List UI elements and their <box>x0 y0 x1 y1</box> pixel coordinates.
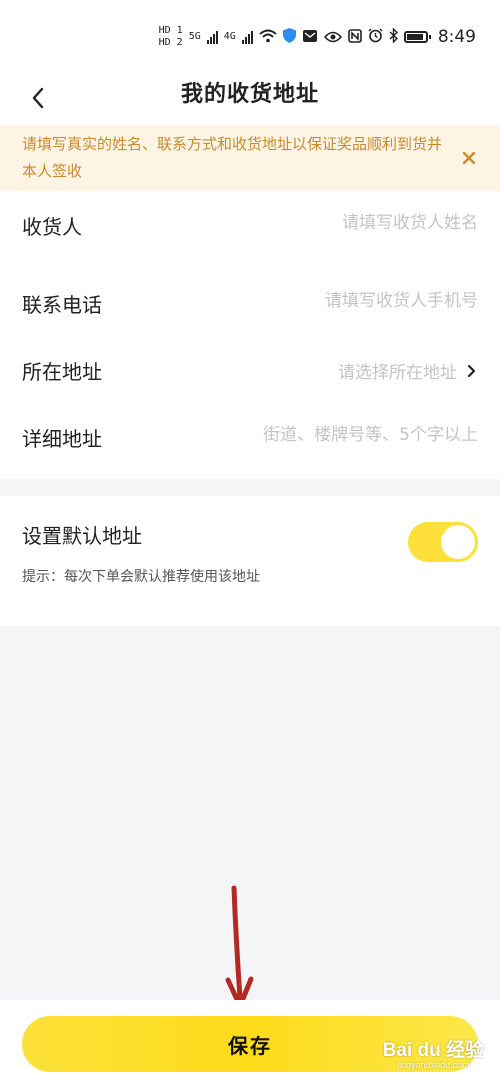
header: 我的收货地址 <box>0 70 500 125</box>
toggle-knob <box>441 525 475 559</box>
wifi-icon <box>259 28 277 47</box>
phone-row: 联系电话 <box>0 273 500 333</box>
notice-text: 请填写真实的姓名、联系方式和收货地址以保证奖品顺利到货并本人签收 <box>22 135 443 180</box>
message-icon <box>302 28 318 47</box>
status-icons: HD 1 HD 2 5G 4G 8:49 <box>159 24 476 50</box>
detail-row: 详细地址 <box>0 407 500 467</box>
notice-banner: 请填写真实的姓名、联系方式和收货地址以保证奖品顺利到货并本人签收 <box>0 125 500 191</box>
notice-close-button[interactable] <box>454 143 484 173</box>
signal1-icon <box>206 30 218 44</box>
baidu-watermark: Bai du 经验 jingyan.baidu.com <box>383 1035 484 1070</box>
recipient-row: 收货人 <box>0 195 500 255</box>
sim1-label: HD 1 <box>158 25 183 36</box>
region-placeholder: 请选择所在地址 <box>338 363 457 383</box>
network1-label: 5G <box>188 31 201 42</box>
status-bar: HD 1 HD 2 5G 4G 8:49 <box>0 0 500 70</box>
default-address-label: 设置默认地址 <box>22 524 142 548</box>
page-title: 我的收货地址 <box>180 82 319 107</box>
default-address-hint: 提示：每次下单会默认推荐使用该地址 <box>22 569 260 585</box>
phone-input[interactable] <box>218 291 478 311</box>
nfc-icon <box>348 28 362 47</box>
watermark-main: Bai du 经验 <box>382 1040 484 1061</box>
address-form: 收货人 联系电话 所在地址 请选择所在地址 详细地址 <box>0 191 500 479</box>
detail-input[interactable] <box>178 425 478 445</box>
recipient-label: 收货人 <box>22 215 82 239</box>
battery-icon <box>403 31 431 43</box>
bluetooth-icon <box>389 26 398 47</box>
region-label: 所在地址 <box>22 360 102 384</box>
close-icon <box>462 151 476 165</box>
clock: 8:49 <box>437 27 476 47</box>
region-row[interactable]: 所在地址 请选择所在地址 <box>0 340 500 400</box>
detail-label: 详细地址 <box>22 427 102 451</box>
shield-icon <box>282 27 296 47</box>
alarm-icon <box>368 28 383 47</box>
default-address-section: 设置默认地址 提示：每次下单会默认推荐使用该地址 <box>0 496 500 626</box>
phone-label: 联系电话 <box>22 293 102 317</box>
sim-indicators: HD 1 HD 2 <box>159 26 183 48</box>
network2-label: 4G <box>223 31 236 42</box>
default-address-toggle[interactable] <box>408 522 478 562</box>
signal2-icon <box>241 30 253 44</box>
eye-icon <box>323 28 342 47</box>
chevron-right-icon <box>467 364 476 377</box>
annotation-arrow-icon <box>225 885 254 1009</box>
sim2-label: HD 2 <box>158 37 183 48</box>
region-select[interactable]: 请选择所在地址 <box>338 358 476 383</box>
watermark-sub: jingyan.baidu.com <box>397 1060 470 1070</box>
recipient-input[interactable] <box>218 213 478 233</box>
